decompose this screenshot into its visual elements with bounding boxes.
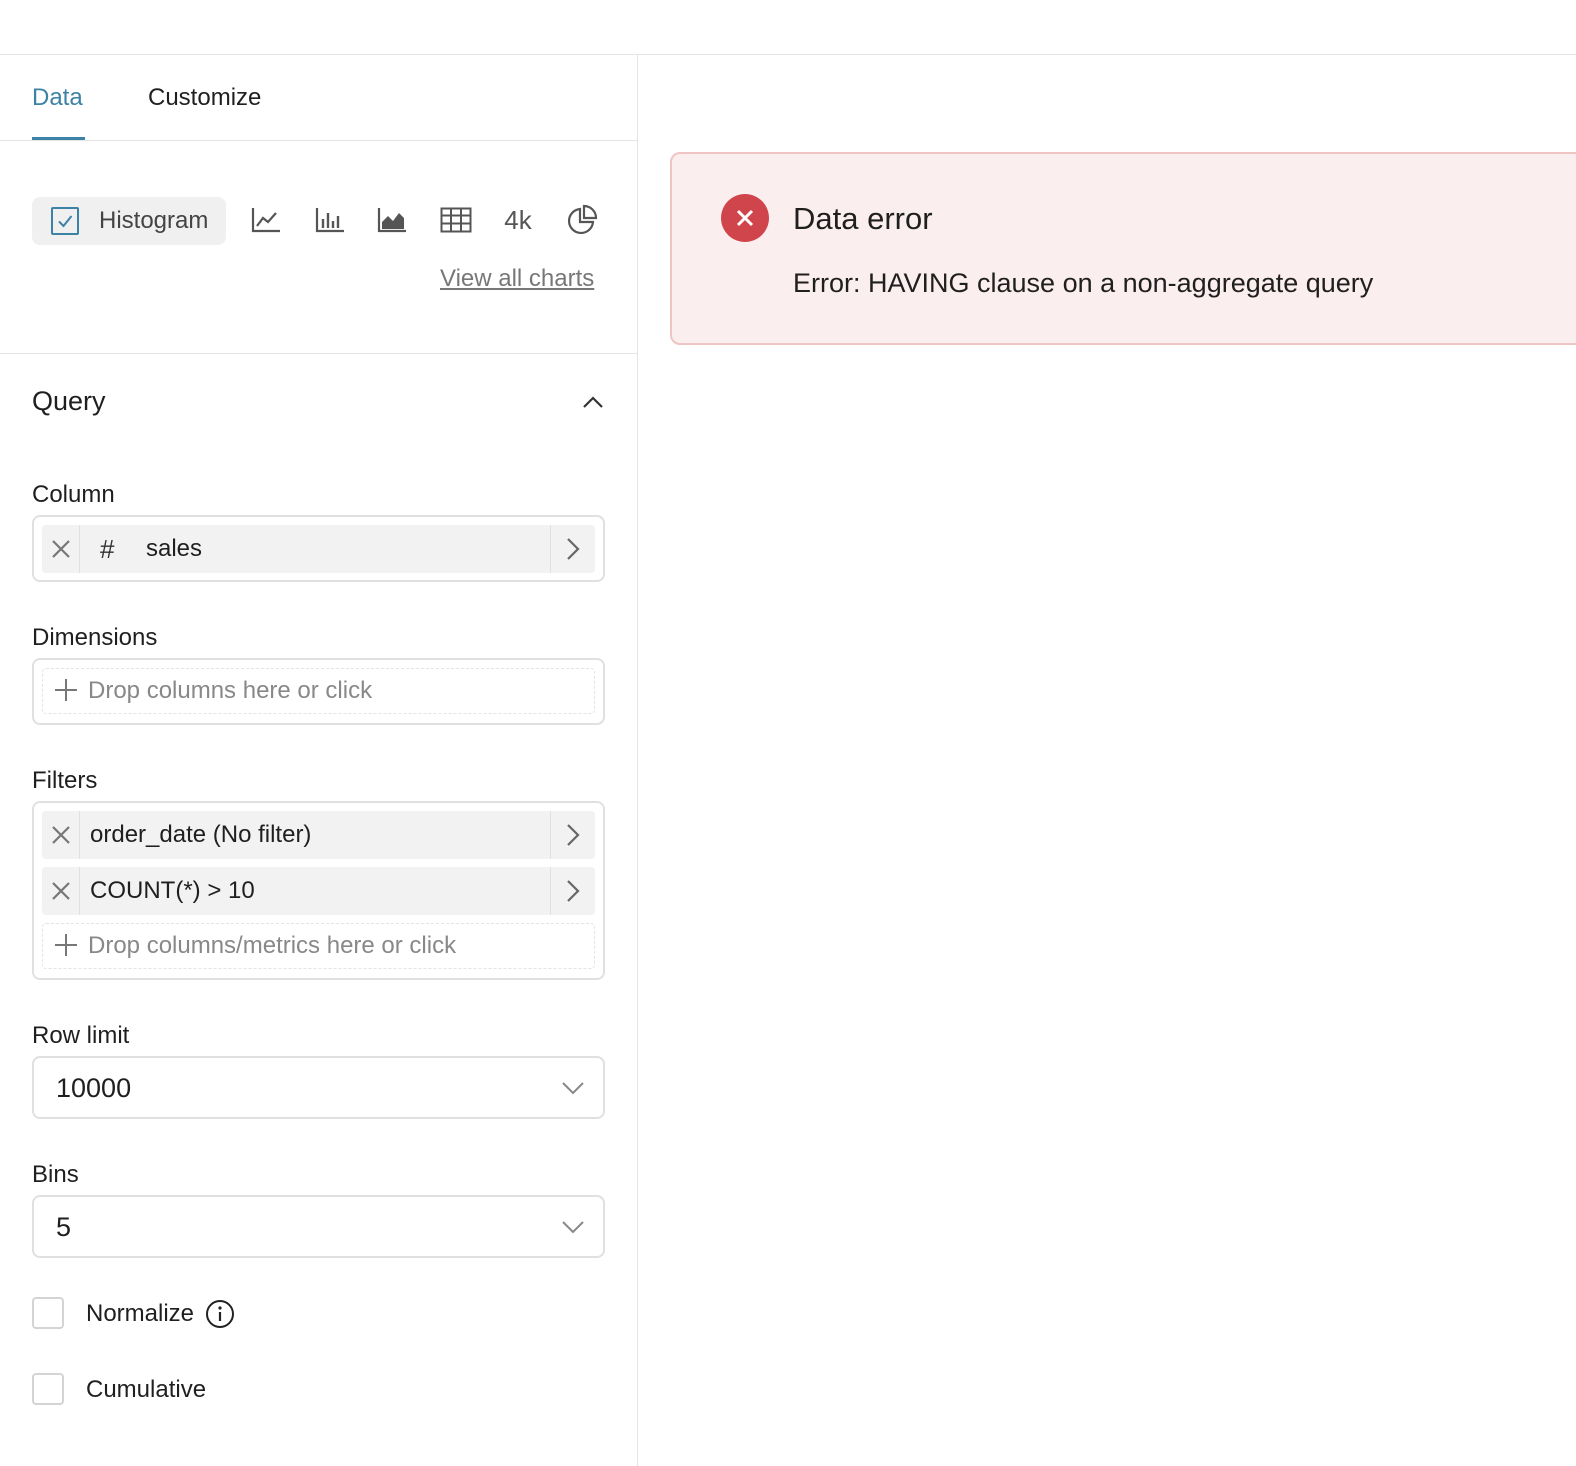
panel-tabs: Data Customize bbox=[0, 55, 637, 141]
filter-text: order_date (No filter) bbox=[90, 821, 312, 848]
remove-filter-button[interactable] bbox=[42, 811, 80, 859]
filters-field: order_date (No filter) COUNT(*) > 10 Dro… bbox=[32, 801, 605, 980]
error-message: Error: HAVING clause on a non-aggregate … bbox=[793, 268, 1374, 298]
column-pill[interactable]: # sales bbox=[42, 525, 595, 573]
row-limit-select[interactable]: 10000 bbox=[32, 1056, 605, 1119]
column-label: Column bbox=[32, 481, 115, 508]
big-number-icon[interactable]: 4k bbox=[498, 200, 538, 240]
edit-filter-button[interactable] bbox=[550, 811, 595, 859]
dimensions-label: Dimensions bbox=[32, 624, 158, 651]
query-section-title: Query bbox=[32, 386, 106, 416]
edit-filter-button[interactable] bbox=[550, 867, 595, 915]
dimensions-field: Drop columns here or click bbox=[32, 658, 605, 725]
line-chart-icon[interactable] bbox=[246, 200, 286, 240]
bins-label: Bins bbox=[32, 1161, 79, 1188]
data-error-alert: Data error Error: HAVING clause on a non… bbox=[670, 152, 1576, 345]
filters-placeholder: Drop columns/metrics here or click bbox=[88, 932, 457, 959]
normalize-checkbox[interactable] bbox=[32, 1297, 64, 1329]
chevron-down-icon bbox=[562, 1082, 584, 1095]
dimensions-drop-zone[interactable]: Drop columns here or click bbox=[42, 668, 595, 714]
remove-filter-button[interactable] bbox=[42, 867, 80, 915]
cumulative-checkbox[interactable] bbox=[32, 1373, 64, 1405]
view-all-charts-link[interactable]: View all charts bbox=[440, 264, 594, 294]
chevron-right-icon bbox=[567, 880, 580, 902]
numeric-type-icon: # bbox=[100, 534, 115, 564]
edit-column-button[interactable] bbox=[550, 525, 595, 573]
chevron-right-icon bbox=[567, 824, 580, 846]
normalize-label: Normalize bbox=[86, 1300, 195, 1327]
error-icon bbox=[721, 194, 769, 242]
column-value: sales bbox=[146, 535, 203, 562]
plus-icon bbox=[55, 934, 77, 956]
remove-column-button[interactable] bbox=[42, 525, 80, 573]
info-icon[interactable] bbox=[205, 1299, 235, 1329]
chevron-down-icon bbox=[562, 1221, 584, 1234]
filter-pill[interactable]: order_date (No filter) bbox=[42, 811, 595, 859]
filter-text: COUNT(*) > 10 bbox=[90, 877, 255, 904]
bins-value: 5 bbox=[56, 1212, 72, 1242]
area-chart-icon[interactable] bbox=[372, 200, 412, 240]
bins-select[interactable]: 5 bbox=[32, 1195, 605, 1258]
chevron-right-icon bbox=[567, 538, 580, 560]
column-field: # sales bbox=[32, 515, 605, 582]
row-limit-label: Row limit bbox=[32, 1022, 130, 1049]
plus-icon bbox=[55, 679, 77, 701]
table-icon[interactable] bbox=[436, 200, 476, 240]
control-panel: Data Customize Histogram 4k View all cha… bbox=[0, 55, 638, 1466]
dimensions-placeholder: Drop columns here or click bbox=[88, 677, 373, 704]
close-icon bbox=[51, 540, 70, 558]
filter-pill[interactable]: COUNT(*) > 10 bbox=[42, 867, 595, 915]
active-tab-indicator bbox=[32, 137, 85, 140]
chevron-up-icon[interactable] bbox=[578, 388, 608, 418]
selected-chart-histogram[interactable]: Histogram bbox=[32, 197, 226, 245]
row-limit-value: 10000 bbox=[56, 1073, 132, 1103]
filters-label: Filters bbox=[32, 767, 98, 794]
tab-customize[interactable]: Customize bbox=[148, 83, 261, 113]
selected-chart-label: Histogram bbox=[99, 207, 209, 234]
top-bar bbox=[0, 0, 1576, 55]
check-icon bbox=[51, 207, 79, 235]
cumulative-label: Cumulative bbox=[86, 1376, 207, 1403]
bar-chart-icon[interactable] bbox=[310, 200, 350, 240]
close-icon bbox=[51, 882, 70, 900]
filters-drop-zone[interactable]: Drop columns/metrics here or click bbox=[42, 923, 595, 969]
chart-type-picker: Histogram 4k View all charts bbox=[0, 142, 637, 354]
pie-chart-icon[interactable] bbox=[562, 200, 602, 240]
error-title: Data error bbox=[793, 201, 933, 236]
close-icon bbox=[51, 826, 70, 844]
tab-data[interactable]: Data bbox=[32, 83, 83, 113]
